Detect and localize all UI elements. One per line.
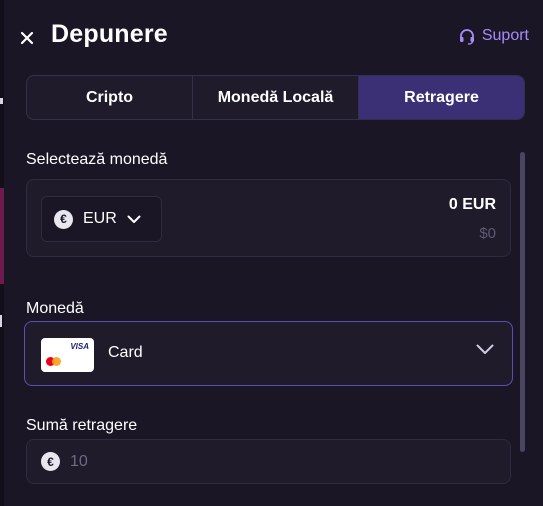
euro-coin-icon: € xyxy=(41,452,60,471)
euro-coin-icon: € xyxy=(54,209,73,229)
support-link[interactable]: Suport xyxy=(458,27,529,45)
withdraw-amount-input[interactable] xyxy=(70,452,370,471)
edge-mark-bottom xyxy=(0,315,2,327)
method-label: Monedă xyxy=(26,300,84,317)
method-name: Card xyxy=(108,344,143,361)
visa-mastercard-icon: VISA xyxy=(41,338,94,372)
currency-dropdown[interactable]: € EUR xyxy=(41,196,162,242)
visa-logo-text: VISA xyxy=(70,342,89,351)
balance-amount: 0 EUR xyxy=(448,196,496,213)
tab-cripto[interactable]: Cripto xyxy=(27,76,193,119)
tab-retragere[interactable]: Retragere xyxy=(359,76,524,119)
edge-pink-strip xyxy=(0,188,4,284)
page-title: Depunere xyxy=(51,20,168,48)
close-button[interactable] xyxy=(15,26,39,50)
chevron-down-icon xyxy=(127,215,141,223)
payment-tabs: Cripto Monedă Locală Retragere xyxy=(26,75,525,120)
tab-moneda-locala[interactable]: Monedă Locală xyxy=(193,76,359,119)
withdraw-amount-field[interactable]: € xyxy=(26,439,511,484)
edge-mark-top xyxy=(0,98,3,104)
currency-panel: € EUR 0 EUR $0 xyxy=(26,179,511,257)
withdraw-amount-label: Sumă retragere xyxy=(26,417,138,434)
scrollbar[interactable] xyxy=(520,152,525,452)
headset-icon xyxy=(459,29,474,45)
mastercard-icon xyxy=(46,357,62,366)
close-icon xyxy=(20,31,34,45)
chevron-down-icon xyxy=(476,344,494,354)
modal-header: Depunere Suport xyxy=(0,0,543,70)
currency-code: EUR xyxy=(83,210,117,227)
payment-method-dropdown[interactable]: VISA Card xyxy=(24,321,513,386)
support-label: Suport xyxy=(481,27,529,44)
balance-usd: $0 xyxy=(479,225,496,242)
select-currency-label: Selectează monedă xyxy=(26,151,168,168)
